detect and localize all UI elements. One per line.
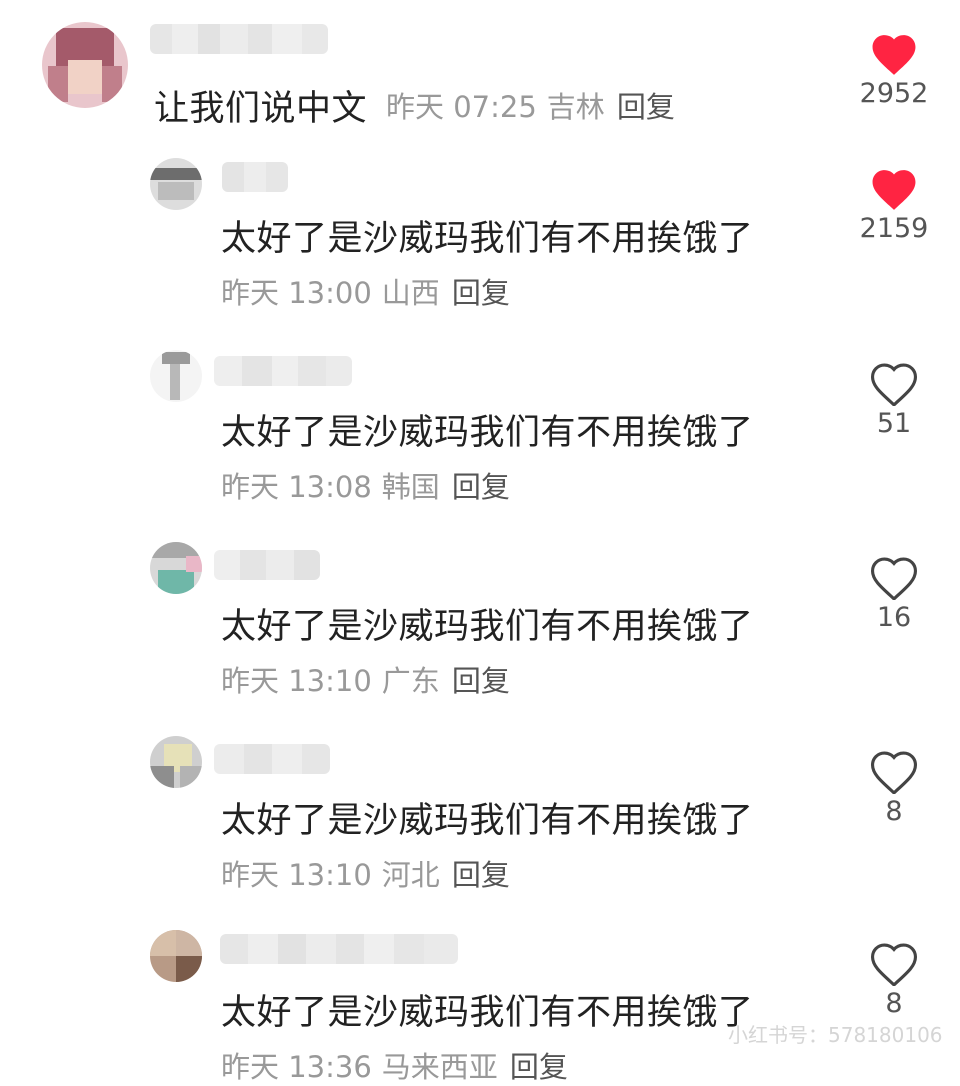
- comment-item: 让我们说中文 昨天 07:25 吉林 回复 2952: [0, 0, 960, 140]
- avatar[interactable]: [150, 930, 202, 982]
- like-button[interactable]: 8: [859, 748, 929, 827]
- heart-outline-icon: [870, 751, 918, 794]
- comment-date: 昨天 07:25: [386, 90, 537, 124]
- comment-location: 韩国: [381, 470, 440, 504]
- comment-location: 吉林: [546, 90, 605, 124]
- like-button[interactable]: 2159: [859, 165, 929, 244]
- like-count: 2952: [859, 78, 929, 109]
- comment-text: 太好了是沙威玛我们有不用挨饿了: [221, 413, 754, 453]
- comment-meta: 昨天 13:36 马来西亚 回复: [221, 1044, 568, 1086]
- reply-button[interactable]: 回复: [452, 276, 510, 310]
- username[interactable]: [214, 744, 330, 774]
- username[interactable]: [222, 162, 288, 192]
- username[interactable]: [214, 356, 352, 386]
- reply-button[interactable]: 回复: [452, 858, 510, 892]
- reply-item: 太好了是沙威玛我们有不用挨饿了 昨天 13:08 韩国 回复 51: [0, 344, 960, 514]
- comment-date: 昨天 13:00: [221, 276, 372, 310]
- avatar[interactable]: [150, 350, 202, 402]
- reply-button[interactable]: 回复: [510, 1050, 568, 1084]
- like-count: 16: [876, 602, 912, 633]
- reply-button[interactable]: 回复: [452, 664, 510, 698]
- heart-outline-icon: [870, 557, 918, 600]
- like-count: 8: [885, 796, 903, 827]
- like-count: 8: [885, 988, 903, 1019]
- comment-date: 昨天 13:10: [221, 858, 372, 892]
- reply-item: 太好了是沙威玛我们有不用挨饿了 昨天 13:10 河北 回复 8: [0, 732, 960, 902]
- username[interactable]: [220, 934, 458, 964]
- comment-location: 马来西亚: [381, 1050, 498, 1084]
- comment-text: 太好了是沙威玛我们有不用挨饿了: [221, 607, 754, 647]
- comment-text: 太好了是沙威玛我们有不用挨饿了: [221, 801, 754, 841]
- comment-meta: 昨天 13:10 河北 回复: [221, 852, 510, 894]
- like-button[interactable]: 8: [859, 940, 929, 1019]
- comment-text: 太好了是沙威玛我们有不用挨饿了: [221, 993, 754, 1033]
- comment-date: 昨天 13:36: [221, 1050, 372, 1084]
- like-button[interactable]: 16: [859, 554, 929, 633]
- username[interactable]: [214, 550, 320, 580]
- comment-meta: 昨天 13:08 韩国 回复: [221, 464, 510, 506]
- comment-meta: 昨天 13:10 广东 回复: [221, 658, 510, 700]
- comment-meta: 昨天 07:25 吉林 回复: [386, 84, 675, 126]
- avatar[interactable]: [150, 736, 202, 788]
- heart-outline-icon: [870, 363, 918, 406]
- comment-meta: 昨天 13:00 山西 回复: [221, 270, 510, 312]
- comment-text: 太好了是沙威玛我们有不用挨饿了: [221, 219, 754, 259]
- like-count: 2159: [859, 213, 929, 244]
- like-button[interactable]: 51: [859, 360, 929, 439]
- like-count: 51: [876, 408, 912, 439]
- reply-item: 太好了是沙威玛我们有不用挨饿了 昨天 13:00 山西 回复 2159: [0, 150, 960, 320]
- avatar[interactable]: [150, 542, 202, 594]
- watermark: 小红书号：578180106: [728, 1023, 943, 1047]
- reply-button[interactable]: 回复: [617, 90, 675, 124]
- heart-outline-icon: [870, 943, 918, 986]
- comment-date: 昨天 13:10: [221, 664, 372, 698]
- avatar[interactable]: [42, 22, 128, 108]
- like-button[interactable]: 2952: [859, 30, 929, 109]
- reply-button[interactable]: 回复: [452, 470, 510, 504]
- comment-location: 广东: [381, 664, 440, 698]
- reply-item: 太好了是沙威玛我们有不用挨饿了 昨天 13:10 广东 回复 16: [0, 538, 960, 708]
- comment-text: 让我们说中文: [154, 89, 368, 129]
- comment-location: 河北: [381, 858, 440, 892]
- avatar[interactable]: [150, 158, 202, 210]
- comment-location: 山西: [381, 276, 440, 310]
- username[interactable]: [150, 24, 328, 54]
- heart-filled-icon: [872, 170, 916, 210]
- comment-date: 昨天 13:08: [221, 470, 372, 504]
- heart-filled-icon: [872, 35, 916, 75]
